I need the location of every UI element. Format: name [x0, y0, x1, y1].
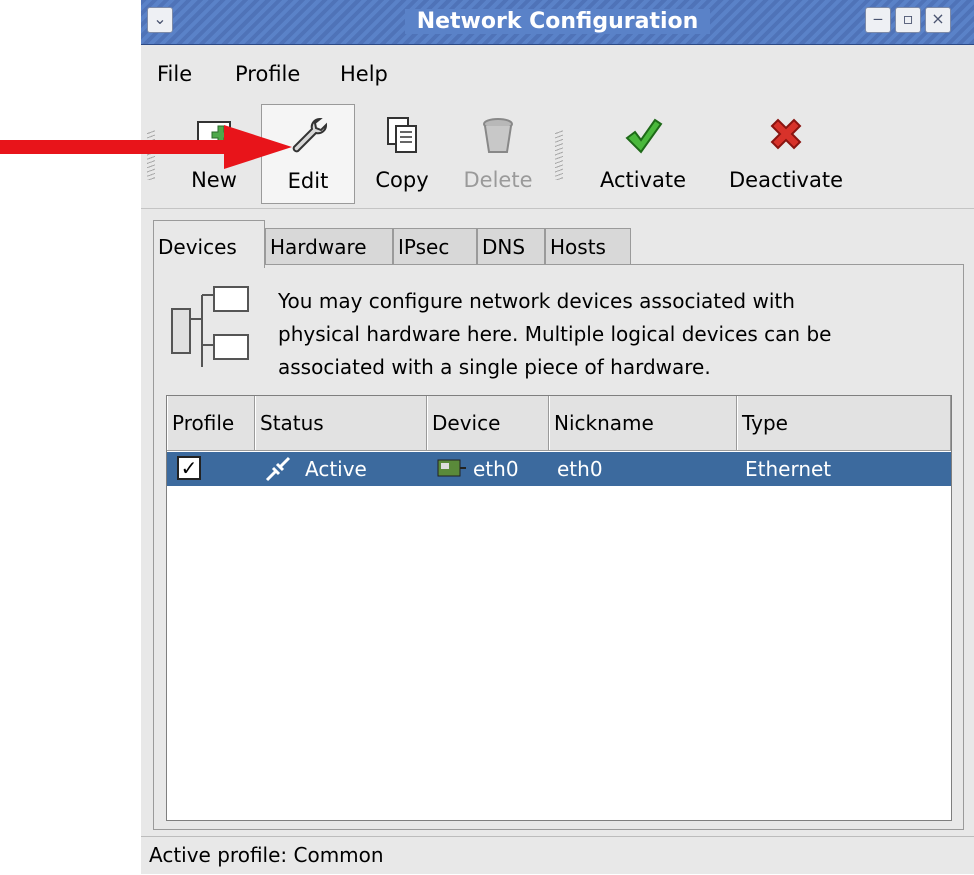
checkmark-icon: [625, 118, 663, 154]
ethernet-card-icon: [437, 459, 466, 477]
wrench-icon: [292, 118, 327, 153]
window-title: Network Configuration: [404, 9, 711, 34]
devices-description: You may configure network devices associ…: [278, 285, 958, 384]
activate-button[interactable]: Activate: [589, 104, 697, 204]
row-type: Ethernet: [745, 457, 832, 481]
tab-devices[interactable]: Devices: [153, 220, 265, 268]
menu-profile[interactable]: Profile: [235, 62, 300, 86]
minimize-icon: ‒: [872, 9, 884, 28]
column-nickname[interactable]: Nickname: [549, 396, 737, 450]
table-header: Profile Status Device Nickname Type: [167, 396, 951, 451]
maximize-button[interactable]: ▫: [895, 7, 921, 33]
row-device: eth0: [473, 457, 519, 481]
network-devices-icon: [171, 286, 249, 367]
delete-label: Delete: [463, 168, 533, 192]
close-button[interactable]: ×: [925, 7, 951, 33]
column-status[interactable]: Status: [255, 396, 427, 450]
maximize-icon: ▫: [902, 9, 914, 28]
devices-table: Profile Status Device Nickname Type ✓ Ac…: [166, 395, 952, 821]
trash-icon: [483, 118, 513, 153]
copy-label: Copy: [375, 168, 429, 192]
copy-button[interactable]: Copy: [367, 104, 437, 204]
tab-hardware[interactable]: Hardware: [265, 228, 393, 266]
table-row[interactable]: ✓ Active eth0 eth0 Ethernet: [167, 452, 951, 486]
menu-bar: File Profile Help: [141, 52, 974, 98]
description-line-3: associated with a single piece of hardwa…: [278, 355, 711, 379]
description-line-1: You may configure network devices associ…: [278, 289, 795, 313]
devices-tab-panel: You may configure network devices associ…: [153, 264, 964, 830]
tab-ipsec[interactable]: IPsec: [393, 228, 477, 266]
copy-icon: [387, 117, 417, 153]
activate-label: Activate: [599, 168, 687, 192]
column-device[interactable]: Device: [427, 396, 549, 450]
red-arrow-annotation: [0, 125, 292, 169]
row-nickname: eth0: [557, 457, 603, 481]
column-type[interactable]: Type: [737, 396, 951, 450]
minimize-button[interactable]: ‒: [865, 7, 891, 33]
profile-checkbox[interactable]: ✓: [177, 456, 201, 480]
menu-file[interactable]: File: [157, 62, 192, 86]
title-bar[interactable]: ⌄ Network Configuration ‒ ▫ ×: [141, 0, 974, 45]
menu-help[interactable]: Help: [340, 62, 388, 86]
active-profile-status: Active profile: Common: [149, 843, 384, 867]
row-status: Active: [305, 457, 367, 481]
column-profile[interactable]: Profile: [167, 396, 255, 450]
status-bar: Active profile: Common: [141, 836, 974, 875]
tab-hosts[interactable]: Hosts: [545, 228, 631, 266]
edit-label: Edit: [287, 169, 329, 193]
plug-connected-icon: [265, 456, 291, 482]
delete-button[interactable]: Delete: [453, 104, 543, 204]
toolbar-grip-2[interactable]: [555, 130, 563, 180]
new-label: New: [191, 168, 237, 192]
deactivate-label: Deactivate: [728, 168, 844, 192]
red-x-icon: [770, 118, 802, 150]
close-icon: ×: [931, 9, 945, 28]
tab-dns[interactable]: DNS: [477, 228, 545, 266]
deactivate-button[interactable]: Deactivate: [721, 104, 851, 204]
description-line-2: physical hardware here. Multiple logical…: [278, 322, 832, 346]
